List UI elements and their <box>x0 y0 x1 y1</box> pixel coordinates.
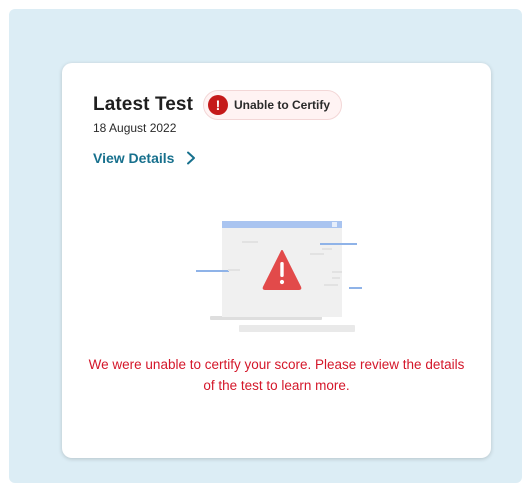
window-shadow-bar <box>239 325 355 332</box>
latest-test-card: Latest Test ! Unable to Certify 18 Augus… <box>62 63 491 458</box>
deco-line <box>228 269 240 271</box>
deco-line-blue <box>349 287 362 289</box>
exclamation-circle-icon: ! <box>208 95 228 115</box>
error-illustration <box>196 221 362 332</box>
deco-line <box>324 284 338 286</box>
error-message: We were unable to certify your score. Pl… <box>88 357 465 393</box>
deco-line <box>322 248 332 250</box>
deco-line-blue <box>320 243 357 245</box>
window-titlebar <box>222 221 342 228</box>
view-details-label[interactable]: View Details <box>93 150 174 166</box>
test-date: 18 August 2022 <box>93 121 177 135</box>
view-details-link[interactable]: View Details <box>93 150 198 166</box>
status-badge-label: Unable to Certify <box>234 98 331 112</box>
card-title: Latest Test <box>93 94 193 115</box>
outer-panel: Latest Test ! Unable to Certify 18 Augus… <box>9 9 522 483</box>
window-close-dot <box>332 222 337 227</box>
deco-line <box>242 241 258 243</box>
card-header: Latest Test ! Unable to Certify <box>93 90 343 120</box>
deco-line <box>332 271 342 273</box>
deco-line <box>332 277 340 279</box>
deco-line <box>310 253 324 255</box>
chevron-right-icon[interactable] <box>184 151 198 165</box>
status-badge: ! Unable to Certify <box>203 90 343 120</box>
deco-line-blue <box>196 270 229 272</box>
